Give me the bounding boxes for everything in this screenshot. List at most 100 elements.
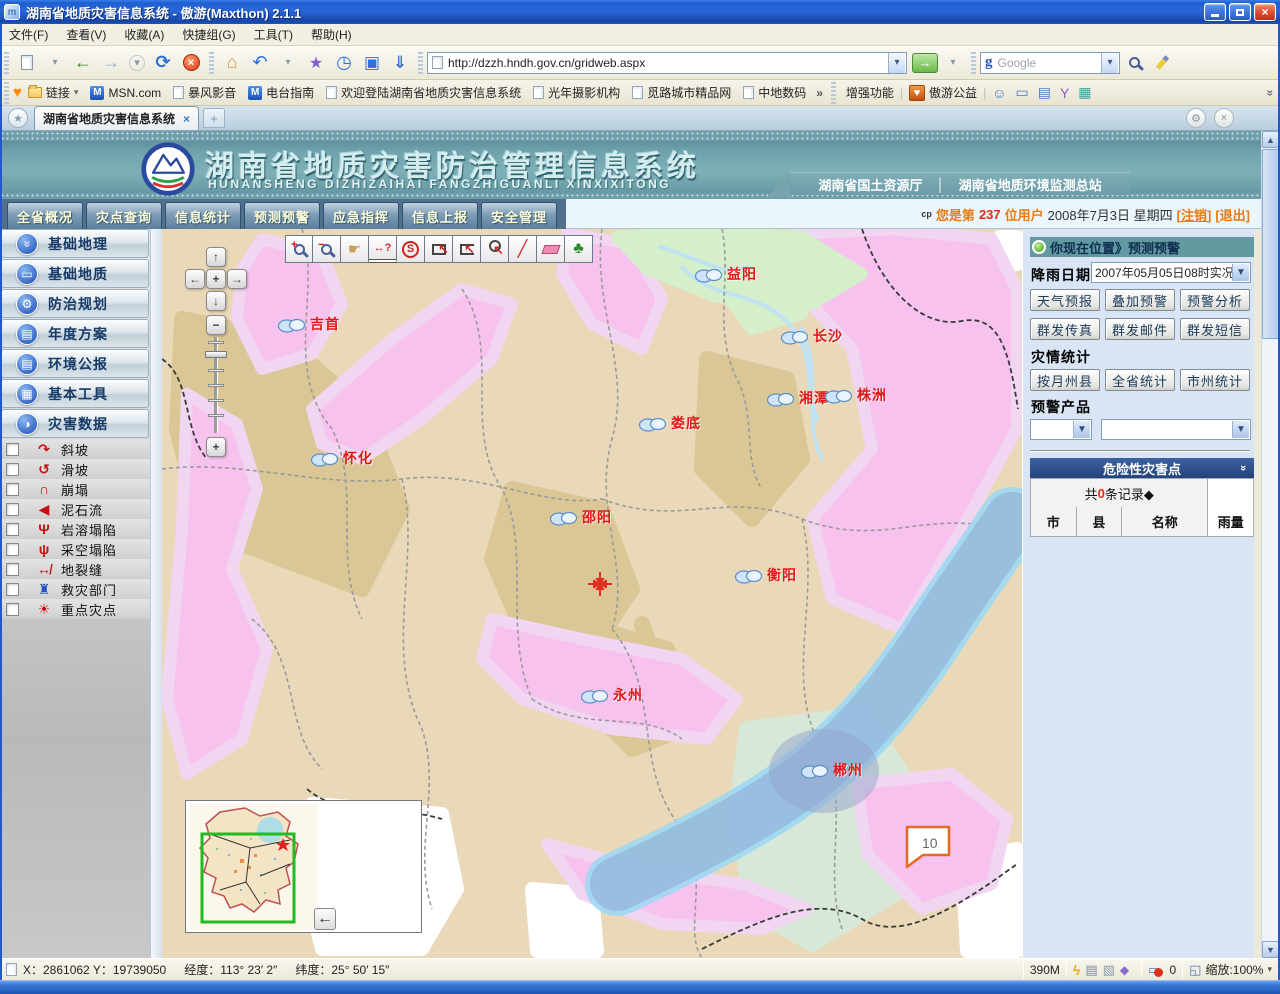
mass-email-button[interactable]: 群发邮件	[1105, 318, 1175, 340]
city-marker[interactable]: 娄底	[638, 413, 701, 433]
close-button[interactable]: ×	[1254, 3, 1276, 21]
menu-file[interactable]: 文件(F)	[0, 23, 57, 46]
zoom-in-button[interactable]: +	[285, 235, 313, 263]
exit-link[interactable]: [退出]	[1215, 205, 1250, 224]
undo-caret[interactable]: ▾	[275, 50, 301, 76]
search-button[interactable]	[1121, 50, 1147, 76]
weather-forecast-button[interactable]: 天气预报	[1030, 289, 1100, 311]
bookmark-radio[interactable]: M电台指南	[242, 84, 320, 101]
city-marker[interactable]: 郴州	[800, 760, 863, 780]
enhance-features-button[interactable]: 增强功能	[840, 84, 900, 101]
monthly-stats-button[interactable]: 按月州县	[1030, 369, 1100, 391]
sidebar-item-base-geology[interactable]: ▭基础地质	[1, 259, 149, 288]
city-marker[interactable]: 永州	[580, 685, 643, 705]
menu-tools[interactable]: 工具(T)	[245, 23, 302, 46]
layer-checkbox[interactable]	[6, 463, 19, 476]
nav-tab-security[interactable]: 安全管理	[481, 202, 557, 229]
collapse-toolbar-button[interactable]: »	[1264, 89, 1278, 96]
pan-center-button[interactable]: +	[206, 269, 226, 289]
link-land-resources[interactable]: 湖南省国土资源厅	[818, 175, 922, 194]
layer-checkbox[interactable]	[6, 503, 19, 516]
zoom-out-button[interactable]: −	[313, 235, 341, 263]
go-caret[interactable]: ▾	[940, 50, 966, 76]
danger-points-header[interactable]: 危险性灾害点 »	[1030, 458, 1254, 478]
product-select-1[interactable]: ▼	[1030, 419, 1092, 440]
sidebar-splitter[interactable]	[150, 229, 162, 958]
tab-star-button[interactable]: ★	[8, 108, 28, 128]
nav-tab-forecast[interactable]: 预测预警	[244, 202, 320, 229]
new-page-caret[interactable]: ▾	[42, 50, 68, 76]
logout-link[interactable]: [注销]	[1177, 205, 1212, 224]
mass-sms-button[interactable]: 群发短信	[1180, 318, 1250, 340]
zoom-level[interactable]: 缩放:100%	[1205, 961, 1263, 978]
city-marker[interactable]: 衡阳	[734, 565, 797, 585]
bookmark-photo[interactable]: 光年摄影机构	[527, 84, 626, 101]
rect-deselect-button[interactable]: ↖	[453, 235, 481, 263]
nav-tab-emergency[interactable]: 应急指挥	[323, 202, 399, 229]
pan-hand-button[interactable]: ☛	[341, 235, 369, 263]
notes-icon[interactable]: ▤	[1038, 84, 1051, 101]
layer-checkbox[interactable]	[6, 603, 19, 616]
sidebar-item-basic-tools[interactable]: ▦基本工具	[1, 379, 149, 408]
pan-down-button[interactable]: ↓	[206, 291, 226, 311]
tab-settings-button[interactable]: ⚙	[1186, 108, 1206, 128]
boost-icon[interactable]: ϟ	[1073, 962, 1080, 978]
forward-button[interactable]: →	[98, 50, 124, 76]
highlight-button[interactable]	[1149, 50, 1175, 76]
gesture-icon[interactable]: ◆	[1120, 963, 1129, 977]
proxy-icon[interactable]: ▤	[1085, 962, 1097, 978]
address-dropdown-icon[interactable]: ▾	[888, 53, 905, 73]
back-button[interactable]: ←	[70, 50, 96, 76]
layer-checkbox[interactable]	[6, 583, 19, 596]
link-geo-monitor[interactable]: 湖南省地质环境监测总站	[959, 175, 1102, 194]
bookmark-msn[interactable]: MMSN.com	[84, 86, 167, 100]
screen-capture-button[interactable]: ▣	[359, 50, 385, 76]
city-marker[interactable]: 长沙	[780, 326, 843, 346]
layer-checkbox[interactable]	[6, 543, 19, 556]
nav-tab-report[interactable]: 信息上报	[402, 202, 478, 229]
history-caret-button[interactable]: ▾	[129, 55, 145, 71]
bookmarks-overflow-button[interactable]: »	[816, 86, 823, 100]
layer-checkbox[interactable]	[6, 523, 19, 536]
nav-tab-query[interactable]: 灾点查询	[86, 202, 162, 229]
window-tool-icon[interactable]: ▭	[1015, 84, 1028, 101]
sidebar-item-disaster-data[interactable]: ◑灾害数据	[1, 409, 149, 438]
bookmark-baofeng[interactable]: 暴风影音	[167, 84, 242, 101]
download-button[interactable]: ⇓	[387, 50, 413, 76]
search-box[interactable]: g Google ▾	[980, 52, 1120, 74]
bookmarks-grip-2[interactable]	[831, 82, 836, 104]
legend-tree-button[interactable]: ♣	[565, 235, 593, 263]
zoom-slider-minus-button[interactable]: −	[206, 315, 226, 335]
measure-button[interactable]: ↔?	[369, 235, 397, 263]
menu-favorites[interactable]: 收藏(A)	[115, 23, 173, 46]
menu-groups[interactable]: 快捷组(G)	[173, 23, 244, 46]
bookmark-hunan-site[interactable]: 欢迎登陆湖南省地质灾害信息系统	[320, 84, 527, 101]
overview-collapse-button[interactable]: ←	[314, 908, 336, 930]
tab-closeall-button[interactable]: ×	[1214, 108, 1234, 128]
bookmark-links[interactable]: 链接▾	[22, 84, 85, 101]
nav-tab-stats[interactable]: 信息统计	[165, 202, 241, 229]
contacts-icon[interactable]: ☺	[992, 85, 1006, 101]
sidebar-item-annual-plan[interactable]: ▤年度方案	[1, 319, 149, 348]
circle-select-button[interactable]: ↖	[481, 235, 509, 263]
scroll-thumb[interactable]	[1262, 149, 1279, 339]
restore-button[interactable]	[1229, 3, 1251, 21]
vertical-scrollbar[interactable]: ▲ ▼	[1261, 131, 1278, 958]
resize-icon[interactable]: ◱	[1189, 962, 1201, 978]
refresh-button[interactable]: ⟳	[150, 50, 176, 76]
minimize-button[interactable]	[1204, 3, 1226, 21]
eraser-button[interactable]	[537, 235, 565, 263]
city-marker[interactable]: 怀化	[310, 448, 373, 468]
pan-right-button[interactable]: →	[227, 269, 247, 289]
history-clock-button[interactable]: ◷	[331, 50, 357, 76]
search-placeholder[interactable]: Google	[998, 56, 1037, 70]
province-stats-button[interactable]: 全省统计	[1105, 369, 1175, 391]
address-bar[interactable]: http://dzzh.hndh.gov.cn/gridweb.aspx ▾	[427, 52, 907, 74]
layer-checkbox[interactable]	[6, 483, 19, 496]
stop-button[interactable]: ×	[178, 50, 204, 76]
sidebar-item-base-geography[interactable]: »基础地理	[1, 229, 149, 258]
city-marker[interactable]: 邵阳	[549, 507, 612, 527]
toolbar-grip-4[interactable]	[971, 52, 976, 74]
maxthon-charity-button[interactable]: ♥傲游公益	[903, 84, 983, 101]
tab-active[interactable]: 湖南省地质灾害信息系统 ×	[34, 106, 199, 130]
